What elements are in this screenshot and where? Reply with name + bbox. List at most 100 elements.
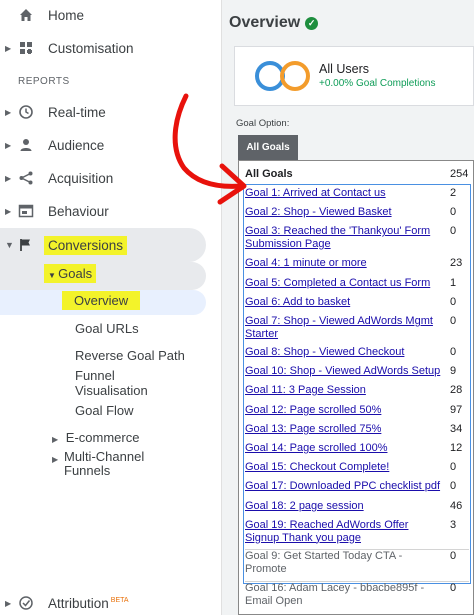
goal-count: 254 bbox=[450, 168, 469, 180]
nav-customisation-label: Customisation bbox=[48, 40, 134, 56]
expand-arrow-icon: ▶ bbox=[5, 598, 12, 608]
goal-link[interactable]: Goal 13: Page scrolled 75% bbox=[245, 423, 381, 435]
nav-conversions-label: Conversions bbox=[44, 235, 128, 255]
goal-row[interactable]: Goal 16: Adam Lacey - bbacbe895f - Email… bbox=[245, 581, 469, 607]
nav-ecommerce-label: E-commerce bbox=[65, 430, 140, 445]
home-icon bbox=[17, 6, 35, 24]
goal-link[interactable]: Goal 12: Page scrolled 50% bbox=[245, 404, 381, 416]
goal-name-cell: Goal 8: Shop - Viewed Checkout bbox=[245, 346, 441, 359]
nav-overview[interactable]: Overview bbox=[62, 291, 141, 310]
expand-arrow-icon: ▶ bbox=[5, 140, 12, 150]
goal-dropdown-panel: All Goals 254 Goal 1: Arrived at Contact u… bbox=[238, 160, 474, 615]
goal-count: 0 bbox=[450, 206, 457, 218]
goal-count: 0 bbox=[450, 582, 457, 594]
goal-count: 0 bbox=[450, 225, 457, 237]
expand-arrow-icon: ▶ bbox=[52, 435, 59, 444]
goal-link[interactable]: Goal 15: Checkout Complete! bbox=[245, 461, 389, 473]
nav-realtime-label: Real-time bbox=[48, 104, 106, 120]
goal-count: 9 bbox=[450, 365, 457, 377]
goal-link[interactable]: Goal 3: Reached the 'Thankyou' Form Subm… bbox=[245, 225, 430, 250]
nav-multichannel-label: Multi-Channel Funnels bbox=[64, 449, 145, 478]
goal-count: 0 bbox=[450, 296, 457, 308]
clock-icon bbox=[17, 103, 35, 121]
goal-link[interactable]: Goal 1: Arrived at Contact us bbox=[245, 187, 386, 199]
goal-name-cell: Goal 18: 2 page session bbox=[245, 500, 441, 513]
person-icon bbox=[17, 136, 35, 154]
nav-ecommerce[interactable]: ▶ E-commerce bbox=[52, 430, 139, 445]
expand-arrow-icon: ▶ bbox=[5, 173, 12, 183]
goal-name-cell: Goal 7: Shop - Viewed AdWords Mgmt Start… bbox=[245, 315, 441, 340]
segment-subtitle: +0.00% Goal Completions bbox=[319, 78, 436, 89]
segment-name: All Users bbox=[319, 62, 370, 76]
goal-count: 0 bbox=[450, 315, 457, 327]
goal-name: Goal 16: Adam Lacey - bbacbe895f - Email… bbox=[245, 582, 425, 607]
goal-name-cell: Goal 13: Page scrolled 75% bbox=[245, 423, 441, 436]
goal-count: 0 bbox=[450, 461, 457, 473]
goal-name-cell: Goal 19: Reached AdWords Offer Signup Th… bbox=[245, 519, 441, 544]
annotation-arrow-icon bbox=[172, 93, 247, 205]
attribution-icon bbox=[17, 594, 35, 612]
goal-count: 28 bbox=[450, 384, 463, 396]
goal-link[interactable]: Goal 18: 2 page session bbox=[245, 500, 364, 512]
acquisition-icon bbox=[17, 169, 35, 187]
goal-count: 0 bbox=[450, 550, 457, 562]
goal-count: 0 bbox=[450, 480, 457, 492]
goal-count: 12 bbox=[450, 442, 463, 454]
goal-link[interactable]: Goal 4: 1 minute or more bbox=[245, 257, 367, 269]
collapse-arrow-icon: ▼ bbox=[48, 271, 59, 280]
goal-link[interactable]: Goal 6: Add to basket bbox=[245, 296, 350, 308]
nav-multichannel[interactable]: ▶ Multi-Channel Funnels bbox=[52, 450, 162, 478]
goal-name: All Goals bbox=[245, 168, 293, 180]
nav-acquisition-label: Acquisition bbox=[48, 170, 114, 186]
goals-selected-bg bbox=[0, 262, 206, 290]
reports-heading: REPORTS bbox=[18, 76, 70, 87]
goal-count: 3 bbox=[450, 519, 457, 531]
goal-link[interactable]: Goal 7: Shop - Viewed AdWords Mgmt Start… bbox=[245, 315, 433, 340]
goal-count: 97 bbox=[450, 404, 463, 416]
goal-link[interactable]: Goal 14: Page scrolled 100% bbox=[245, 442, 387, 454]
goal-name-cell: Goal 2: Shop - Viewed Basket bbox=[245, 206, 441, 219]
goal-name-cell: Goal 11: 3 Page Session bbox=[245, 384, 441, 397]
nav-funnel-visualisation[interactable]: Funnel Visualisation bbox=[75, 368, 185, 398]
beta-badge: BETA bbox=[110, 597, 129, 604]
goal-name-cell: Goal 14: Page scrolled 100% bbox=[245, 442, 441, 455]
segment-circles-icon bbox=[255, 61, 310, 91]
nav-goals[interactable]: ▼ Goals bbox=[44, 264, 97, 283]
segment-card[interactable]: All Users +0.00% Goal Completions bbox=[234, 46, 474, 106]
goal-count: 1 bbox=[450, 277, 457, 289]
expand-arrow-icon: ▶ bbox=[52, 455, 59, 464]
goal-count: 2 bbox=[450, 187, 457, 199]
goal-link[interactable]: Goal 19: Reached AdWords Offer Signup Th… bbox=[245, 519, 408, 544]
expand-arrow-icon: ▶ bbox=[5, 43, 12, 53]
nav-goal-flow[interactable]: Goal Flow bbox=[75, 403, 134, 418]
goal-name-cell: Goal 17: Downloaded PPC checklist pdf bbox=[245, 480, 441, 493]
main-content: Overview ✓ All Users +0.00% Goal Complet… bbox=[222, 0, 474, 615]
customisation-icon bbox=[17, 39, 35, 57]
goal-name-cell: Goal 6: Add to basket bbox=[245, 296, 441, 309]
goal-name-cell: Goal 10: Shop - Viewed AdWords Setup bbox=[245, 365, 441, 378]
nav-audience-label: Audience bbox=[48, 137, 105, 153]
nav-attribution-label: Attribution bbox=[48, 595, 109, 611]
goal-name: Goal 9: Get Started Today CTA - Promote bbox=[245, 550, 403, 575]
nav-behaviour-label: Behaviour bbox=[48, 203, 109, 219]
page-title-wrap: Overview ✓ bbox=[229, 14, 319, 32]
goal-link[interactable]: Goal 2: Shop - Viewed Basket bbox=[245, 206, 392, 218]
expand-arrow-icon: ▶ bbox=[5, 107, 12, 117]
goal-count: 46 bbox=[450, 500, 463, 512]
goal-name-cell: Goal 3: Reached the 'Thankyou' Form Subm… bbox=[245, 225, 441, 250]
goal-row[interactable]: Goal 9: Get Started Today CTA - Promote 0 bbox=[245, 549, 469, 575]
check-icon: ✓ bbox=[305, 16, 319, 30]
goal-name-cell: Goal 1: Arrived at Contact us bbox=[245, 187, 441, 200]
nav-goals-label: Goals bbox=[58, 266, 93, 281]
goal-link[interactable]: Goal 10: Shop - Viewed AdWords Setup bbox=[245, 365, 440, 377]
collapse-arrow-icon: ▼ bbox=[5, 240, 14, 250]
goal-name-cell: Goal 12: Page scrolled 50% bbox=[245, 404, 441, 417]
goal-link[interactable]: Goal 8: Shop - Viewed Checkout bbox=[245, 346, 404, 358]
goal-name-cell: Goal 4: 1 minute or more bbox=[245, 257, 441, 270]
goal-link[interactable]: Goal 11: 3 Page Session bbox=[245, 384, 366, 396]
goal-link[interactable]: Goal 17: Downloaded PPC checklist pdf bbox=[245, 480, 440, 492]
nav-reverse-goal-path[interactable]: Reverse Goal Path bbox=[75, 348, 185, 363]
goal-count: 23 bbox=[450, 257, 463, 269]
nav-goal-urls[interactable]: Goal URLs bbox=[75, 321, 139, 336]
goal-link[interactable]: Goal 5: Completed a Contact us Form bbox=[245, 277, 430, 289]
